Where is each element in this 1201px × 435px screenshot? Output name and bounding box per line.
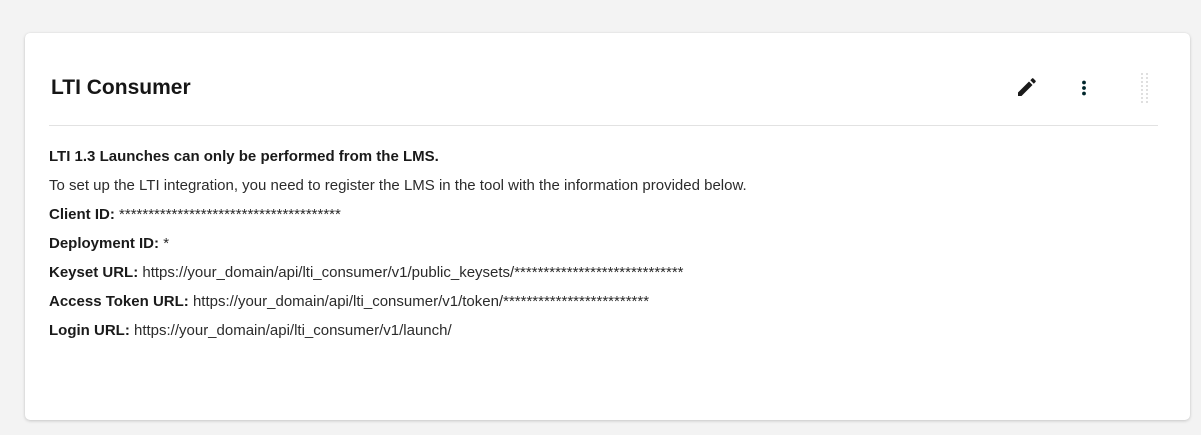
deployment-id-value: * (163, 235, 170, 252)
client-id-label: Client ID: (49, 206, 115, 223)
drag-handle-icon (1141, 73, 1148, 103)
login-url-row: Login URL: https://your_domain/api/lti_c… (49, 321, 1158, 350)
login-url-value: https://your_domain/api/lti_consumer/v1/… (133, 322, 452, 339)
access-token-url-row: Access Token URL: https://your_domain/ap… (49, 292, 1158, 321)
keyset-url-label: Keyset URL: (49, 264, 139, 281)
edit-button[interactable] (1008, 70, 1044, 106)
lti-consumer-card: LTI Consumer LTI 1.3 Launches can only b… (25, 33, 1190, 420)
deployment-id-label: Deployment ID: (49, 235, 160, 252)
more-options-button[interactable] (1066, 70, 1102, 106)
pencil-icon (1018, 78, 1036, 96)
keyset-url-row: Keyset URL: https://your_domain/api/lti_… (49, 263, 1158, 292)
instructions-text: To set up the LTI integration, you need … (49, 177, 747, 194)
deployment-id-row: Deployment ID: * (49, 234, 1158, 263)
drag-handle[interactable] (1138, 72, 1152, 104)
card-body: LTI 1.3 Launches can only be performed f… (49, 147, 1158, 350)
card-title: LTI Consumer (51, 76, 191, 99)
client-id-row: Client ID: *****************************… (49, 205, 1158, 234)
client-id-value: ************************************** (119, 206, 341, 223)
card-header: LTI Consumer (49, 33, 1158, 126)
access-token-url-label: Access Token URL: (49, 293, 189, 310)
keyset-url-value: https://your_domain/api/lti_consumer/v1/… (142, 264, 684, 281)
login-url-label: Login URL: (49, 322, 130, 339)
lms-notice: LTI 1.3 Launches can only be performed f… (49, 148, 439, 165)
access-token-url-value: https://your_domain/api/lti_consumer/v1/… (192, 293, 650, 310)
kebab-menu-icon (1082, 80, 1086, 96)
